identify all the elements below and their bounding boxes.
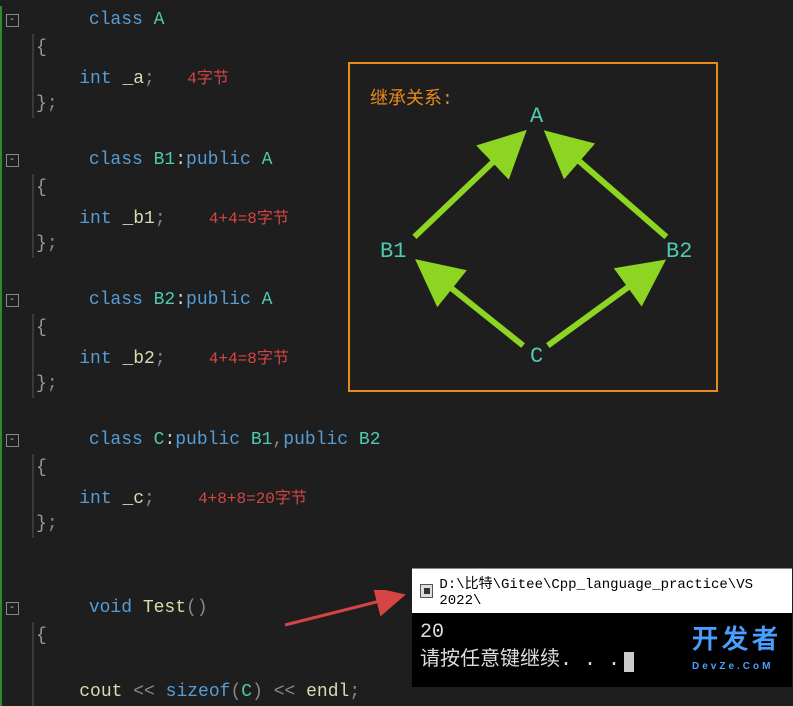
parens: () — [186, 598, 208, 618]
console-app-icon — [420, 584, 433, 598]
keyword-public: public — [283, 430, 359, 450]
keyword-sizeof: sizeof — [166, 682, 231, 702]
keyword-int: int — [79, 209, 122, 229]
semicolon: ; — [155, 349, 166, 369]
field-b1: _b1 — [122, 209, 154, 229]
console-window: D:\比特\Gitee\Cpp_language_practice\VS 202… — [412, 568, 792, 687]
keyword-public: public — [186, 150, 262, 170]
op-ltlt: << — [122, 682, 165, 702]
base-type-A: A — [262, 290, 273, 310]
semicolon: ; — [47, 374, 58, 394]
op-ltlt: << — [263, 682, 306, 702]
rparen: ) — [252, 682, 263, 702]
keyword-public: public — [186, 290, 262, 310]
keyword-int: int — [79, 349, 122, 369]
watermark-logo: 开发者 DevZe.CoM — [692, 625, 782, 681]
keyword-class: class — [89, 290, 154, 310]
comma: , — [272, 430, 283, 450]
inheritance-diagram: 继承关系: A B1 B2 C — [348, 62, 718, 392]
keyword-public: public — [175, 430, 251, 450]
blank-line — [0, 538, 793, 566]
semicolon: ; — [349, 682, 360, 702]
field-c: _c — [122, 489, 144, 509]
keyword-void: void — [89, 598, 143, 618]
brace-open: { — [34, 458, 47, 478]
type-B2: B2 — [154, 290, 176, 310]
code-line: int _c; 4+8+8=20字节 — [0, 482, 793, 510]
size-annotation-C: 4+8+8=20字节 — [198, 490, 307, 508]
watermark-main: 开发者 — [692, 624, 782, 654]
pointer-arrow — [280, 590, 420, 630]
semicolon: ; — [47, 234, 58, 254]
semicolon: ; — [155, 209, 166, 229]
fold-icon[interactable]: - — [6, 434, 19, 447]
brace-open: { — [34, 178, 47, 198]
fold-icon[interactable]: - — [6, 154, 19, 167]
arrow-icon — [553, 138, 667, 237]
type-B1: B1 — [154, 150, 176, 170]
brace-open: { — [34, 38, 47, 58]
keyword-class: class — [89, 430, 154, 450]
brace-close: } — [36, 514, 47, 534]
arrow-icon — [414, 138, 518, 237]
size-annotation-B2: 4+4=8字节 — [209, 350, 289, 368]
base-type-B1: B1 — [251, 430, 273, 450]
keyword-class: class — [89, 10, 154, 30]
cursor-icon — [624, 652, 634, 672]
base-type-B2: B2 — [359, 430, 381, 450]
size-annotation-A: 4字节 — [187, 70, 229, 88]
console-output[interactable]: 20 请按任意键继续. . . 开发者 DevZe.CoM — [412, 613, 792, 687]
func-Test: Test — [143, 598, 186, 618]
type-A: A — [154, 10, 165, 30]
type-C: C — [154, 430, 165, 450]
brace-open: { — [34, 318, 47, 338]
diagram-arrows — [350, 64, 716, 390]
size-annotation-B1: 4+4=8字节 — [209, 210, 289, 228]
type-C: C — [241, 682, 252, 702]
keyword-class: class — [89, 150, 154, 170]
field-b2: _b2 — [122, 349, 154, 369]
keyword-int: int — [79, 489, 122, 509]
brace-close: } — [36, 374, 47, 394]
field-a: _a — [122, 69, 144, 89]
colon: : — [164, 430, 175, 450]
console-line-prompt: 请按任意键继续. . . — [420, 649, 620, 672]
semicolon: ; — [144, 489, 155, 509]
watermark-sub: DevZe.CoM — [692, 653, 782, 681]
code-line: - class A — [0, 6, 793, 34]
colon: : — [175, 150, 186, 170]
fold-icon[interactable]: - — [6, 602, 19, 615]
fold-icon[interactable]: - — [6, 14, 19, 27]
ident-endl: endl — [306, 682, 349, 702]
brace-open: { — [34, 626, 47, 646]
semicolon: ; — [47, 514, 58, 534]
lparen: ( — [230, 682, 241, 702]
semicolon: ; — [47, 94, 58, 114]
console-titlebar: D:\比特\Gitee\Cpp_language_practice\VS 202… — [412, 569, 792, 613]
keyword-int: int — [79, 69, 122, 89]
fold-icon[interactable]: - — [6, 294, 19, 307]
arrow-icon — [548, 267, 657, 346]
brace-close: } — [36, 234, 47, 254]
brace-close: } — [36, 94, 47, 114]
code-line: }; — [0, 510, 793, 538]
colon: : — [175, 290, 186, 310]
ident-cout: cout — [79, 682, 122, 702]
arrow-icon — [424, 267, 523, 346]
code-line: - class C:public B1,public B2 — [0, 426, 793, 454]
base-type-A: A — [262, 150, 273, 170]
semicolon: ; — [144, 69, 155, 89]
console-title-text: D:\比特\Gitee\Cpp_language_practice\VS 202… — [439, 573, 784, 609]
